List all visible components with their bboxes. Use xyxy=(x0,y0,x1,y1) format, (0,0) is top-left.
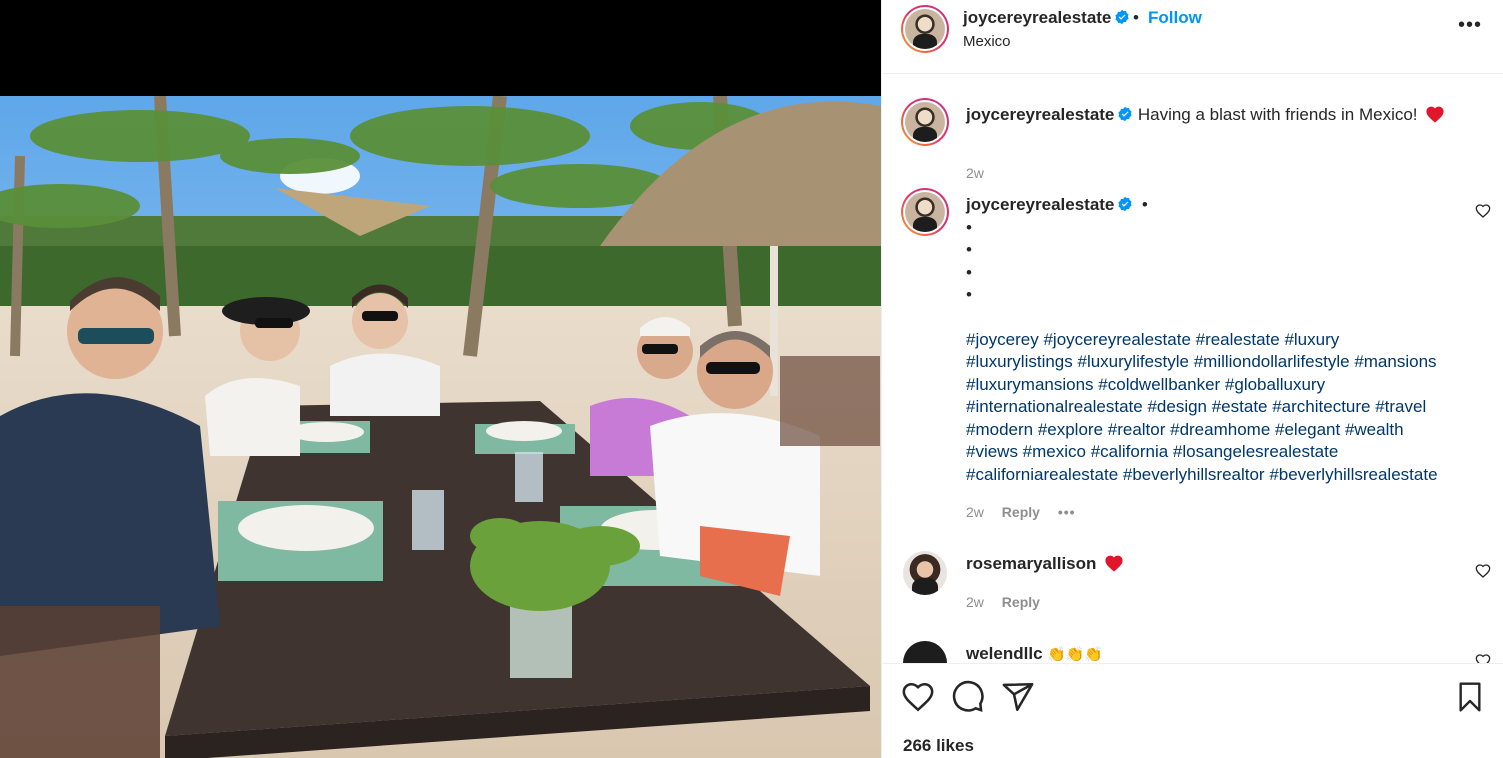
reply-button[interactable]: Reply xyxy=(1002,594,1040,610)
caption-username[interactable]: joycereyrealestate xyxy=(966,105,1114,124)
caption-meta: 2w xyxy=(966,165,998,181)
like-comment-heart-icon[interactable] xyxy=(1475,563,1491,579)
share-paper-plane-icon[interactable] xyxy=(1001,680,1035,714)
header-separator: • xyxy=(1133,8,1139,27)
comment-text: 👏👏👏 xyxy=(1046,646,1104,663)
post-location[interactable]: Mexico xyxy=(963,33,1011,50)
likes-count[interactable]: 266 likes xyxy=(903,736,974,756)
hashtag-line[interactable]: #internationalrealestate #design #estate… xyxy=(966,396,1476,419)
reply-button[interactable]: Reply xyxy=(1002,504,1040,520)
post-photo[interactable] xyxy=(0,96,881,758)
comment-avatar[interactable] xyxy=(901,188,949,236)
red-heart-emoji-icon xyxy=(1426,106,1444,123)
hashtag-line[interactable]: #californiarealestate #beverlyhillsrealt… xyxy=(966,464,1476,487)
comment-time[interactable]: 2w xyxy=(966,594,984,610)
comment-meta: 2w Reply xyxy=(966,594,1054,610)
caption-text: Having a blast with friends in Mexico! xyxy=(1137,105,1418,124)
more-options-icon[interactable]: ••• xyxy=(1458,14,1482,37)
comment-username[interactable]: rosemaryallison xyxy=(966,554,1096,573)
post-side-panel: joycereyrealestate • Follow Mexico ••• j… xyxy=(881,0,1503,758)
verified-badge-icon xyxy=(1118,196,1132,212)
comment-item: rosemaryallison 2w Reply xyxy=(882,545,1503,625)
author-username[interactable]: joycereyrealestate xyxy=(963,8,1130,28)
hashtag-line[interactable]: #luxurymansions #coldwellbanker #globall… xyxy=(966,374,1476,397)
comment-avatar[interactable] xyxy=(903,551,947,595)
comment-bubble-icon[interactable] xyxy=(951,680,985,714)
comment-text: • xyxy=(1141,195,1148,214)
comment-bullet: • xyxy=(966,262,972,282)
comment-item: welendllc 👏👏👏 xyxy=(882,635,1503,663)
comment-meta: 2w Reply ••• xyxy=(966,504,1090,520)
save-bookmark-icon[interactable] xyxy=(1454,680,1486,714)
verified-badge-icon xyxy=(1118,106,1132,122)
follow-button[interactable]: Follow xyxy=(1148,8,1202,28)
like-heart-icon[interactable] xyxy=(901,680,935,714)
comment-time[interactable]: 2w xyxy=(966,504,984,520)
author-username-text[interactable]: joycereyrealestate xyxy=(963,8,1111,27)
comment-options-icon[interactable]: ••• xyxy=(1058,504,1076,520)
caption-time[interactable]: 2w xyxy=(966,165,984,181)
comment-item: joycereyrealestate • • • • • #joycerey #… xyxy=(882,185,1503,530)
hashtag-line[interactable]: #luxurylistings #luxurylifestyle #millio… xyxy=(966,351,1476,374)
comment-bullet: • xyxy=(966,240,972,259)
like-comment-heart-icon[interactable] xyxy=(1475,653,1491,663)
post-header: joycereyrealestate • Follow Mexico ••• xyxy=(882,0,1503,74)
caption-avatar[interactable] xyxy=(901,98,949,146)
verified-badge-icon xyxy=(1115,9,1129,25)
post-photo-pane xyxy=(0,0,881,758)
like-comment-heart-icon[interactable] xyxy=(1475,203,1491,219)
red-heart-emoji-icon xyxy=(1105,555,1123,572)
comment-username[interactable]: welendllc xyxy=(966,644,1043,663)
hashtag-line[interactable]: #joycerey #joycereyrealestate #realestat… xyxy=(966,329,1476,352)
post-actions-bar: 266 likes xyxy=(882,663,1503,758)
hashtag-line[interactable]: #modern #explore #realtor #dreamhome #el… xyxy=(966,419,1476,442)
comment-bullet: • xyxy=(966,285,972,304)
comment-avatar[interactable] xyxy=(903,641,947,663)
caption: joycereyrealestate Having a blast with f… xyxy=(882,95,1503,185)
comments-list[interactable]: joycereyrealestate Having a blast with f… xyxy=(882,75,1503,663)
comment-bullet: • xyxy=(966,217,972,237)
comment-username[interactable]: joycereyrealestate xyxy=(966,195,1114,214)
author-avatar[interactable] xyxy=(901,5,949,53)
hashtag-line[interactable]: #views #mexico #california #losangelesre… xyxy=(966,441,1476,464)
